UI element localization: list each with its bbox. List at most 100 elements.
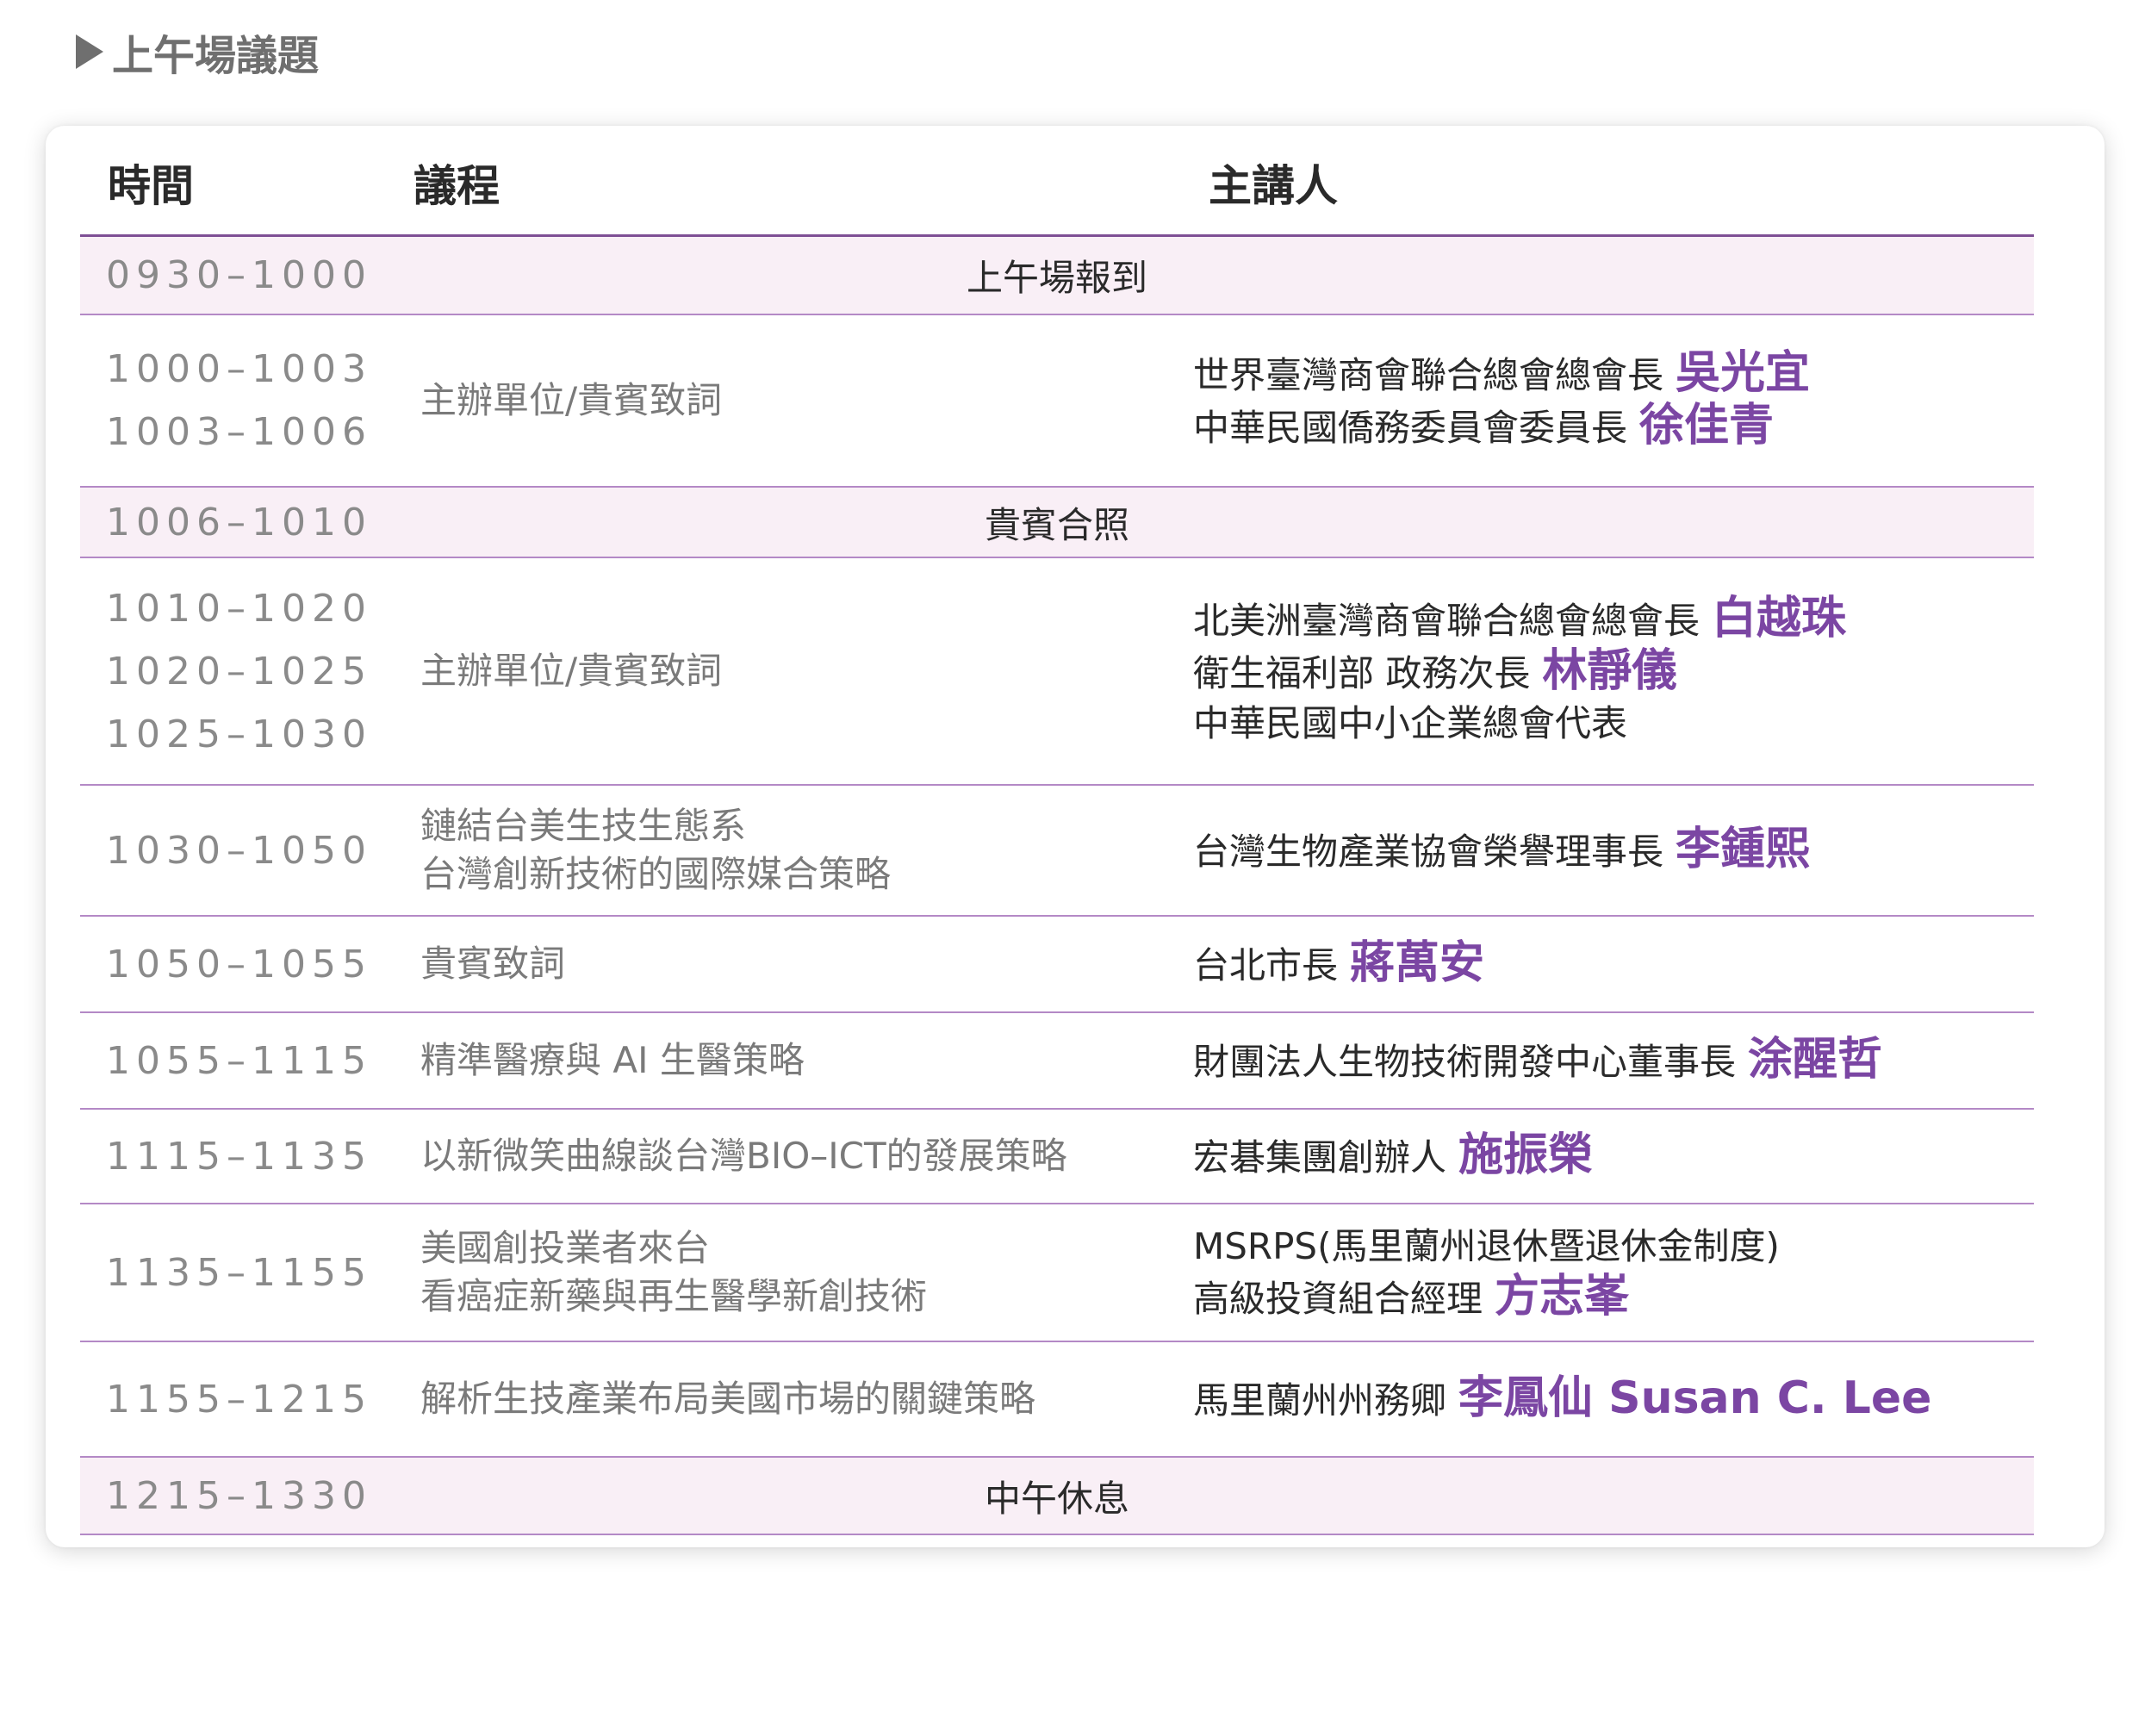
speaker-line: 衛生福利部 政務次長 林靜儀 [1193,646,1846,699]
speaker-title: 宏碁集團創辦人 [1193,1136,1447,1179]
header-speaker: 主講人 [1209,161,1338,211]
speaker-line: MSRPS(馬里蘭州退休暨退休金制度) [1193,1222,1780,1272]
table-row: 1006–1010 貴賓合照 [80,488,2034,558]
table-header: 時間 議程 主講人 [80,126,2034,237]
speaker-name: 李鍾熙 [1676,823,1811,875]
agenda-text: 主辦單位/貴賓致詞 [420,379,723,421]
speaker-name: 吳光宜 [1676,347,1811,399]
time-cell: 1055–1115 [106,1013,372,1108]
agenda-cell: 以新微笑曲線談台灣BIO–ICT的發展策略 [420,1110,1067,1203]
speaker-title: 台灣生物產業協會榮譽理事長 [1193,830,1664,873]
speaker-title: 高級投資組合經理 [1193,1277,1483,1320]
time-cell: 1000–1003 1003–1006 [106,315,372,486]
time-value: 1155–1215 [106,1377,372,1422]
speaker-title: 台北市長 [1193,943,1339,986]
agenda-text: 以新微笑曲線談台灣BIO–ICT的發展策略 [420,1135,1067,1177]
speaker-name: 施振榮 [1458,1129,1594,1181]
speaker-line: 宏碁集團創辦人 施振榮 [1193,1130,1593,1183]
speaker-cell: 宏碁集團創辦人 施振榮 [1193,1110,1593,1203]
speaker-cell: MSRPS(馬里蘭州退休暨退休金制度) 高級投資組合經理 方志峯 [1193,1204,1780,1341]
section-title: 上午場議題 [76,22,319,81]
time-cell: 1050–1055 [106,917,372,1011]
speaker-cell: 台灣生物產業協會榮譽理事長 李鍾熙 [1193,786,1810,915]
play-triangle-icon [76,34,103,69]
table-row: 1055–1115 精準醫療與 AI 生醫策略 財團法人生物技術開發中心董事長 涂醒哲 [80,1013,2034,1110]
time-cell: 1135–1155 [106,1204,372,1341]
speaker-title: 中華民國中小企業總會代表 [1193,702,1628,744]
agenda-text: 美國創投業者來台 [420,1227,711,1269]
agenda-text: 貴賓致詞 [420,943,566,985]
agenda-text: 台灣創新技術的國際媒合策略 [420,853,892,895]
agenda-text: 精準醫療與 AI 生醫策略 [420,1039,805,1081]
agenda-cell: 美國創投業者來台看癌症新藥與再生醫學新創技術 [420,1204,927,1341]
speaker-cell: 世界臺灣商會聯合總會總會長 吳光宜 中華民國僑務委員會委員長 徐佳青 [1193,315,1810,486]
speaker-line: 北美洲臺灣商會聯合總會總會長 白越珠 [1193,594,1846,646]
speaker-line: 財團法人生物技術開發中心董事長 涂醒哲 [1193,1035,1882,1087]
speaker-name: 徐佳青 [1639,400,1775,451]
agenda-cell: 精準醫療與 AI 生醫策略 [420,1013,805,1108]
speaker-line: 台灣生物產業協會榮譽理事長 李鍾熙 [1193,824,1810,877]
time-cell: 1010–1020 1020–1025 1025–1030 [106,558,372,784]
agenda-cell: 主辦單位/貴賓致詞 [420,558,722,784]
agenda-cell: 主辦單位/貴賓致詞 [420,315,722,486]
speaker-name: 李鳳仙 Susan C. Lee [1458,1372,1932,1424]
table-row: 0930–1000 上午場報到 [80,237,2034,315]
agenda-text: 看癌症新藥與再生醫學新創技術 [420,1275,928,1317]
agenda-cell: 解析生技產業布局美國市場的關鍵策略 [420,1342,1035,1456]
speaker-line: 台北市長 蔣萬安 [1193,938,1484,991]
table-row: 1000–1003 1003–1006 主辦單位/貴賓致詞 世界臺灣商會聯合總會總會長… [80,315,2034,488]
agenda-text: 主辦單位/貴賓致詞 [420,650,723,692]
speaker-cell: 財團法人生物技術開發中心董事長 涂醒哲 [1193,1013,1882,1108]
time-value: 1020–1025 [106,649,372,694]
speaker-title: 衛生福利部 政務次長 [1193,652,1531,694]
table-row: 1215–1330 中午休息 [80,1458,2034,1535]
speaker-line: 世界臺灣商會聯合總會總會長 吳光宜 [1193,348,1810,401]
table-row: 1010–1020 1020–1025 1025–1030 主辦單位/貴賓致詞 北美洲臺… [80,558,2034,786]
speaker-cell: 北美洲臺灣商會聯合總會總會長 白越珠 衛生福利部 政務次長 林靜儀 中華民國中小企業總會… [1193,558,1846,784]
speaker-name: 林靜儀 [1542,645,1677,697]
time-cell: 1115–1135 [106,1110,372,1203]
time-value: 1115–1135 [106,1134,372,1179]
speaker-title: 財團法人生物技術開發中心董事長 [1193,1040,1737,1083]
time-value: 1010–1020 [106,586,372,631]
speaker-title: 世界臺灣商會聯合總會總會長 [1193,354,1664,396]
row-label: 上午場報到 [966,257,1147,299]
table-row: 1115–1135 以新微笑曲線談台灣BIO–ICT的發展策略 宏碁集團創辦人 施振榮 [80,1110,2034,1204]
header-time: 時間 [108,161,194,211]
speaker-cell: 台北市長 蔣萬安 [1193,917,1484,1011]
table-row: 1030–1050 鏈結台美生技生態系台灣創新技術的國際媒合策略 台灣生物產業協會榮… [80,786,2034,917]
speaker-name: 白越珠 [1712,593,1847,644]
time-value: 1030–1050 [106,828,372,873]
time-cell: 1155–1215 [106,1342,372,1456]
row-label: 貴賓合照 [984,503,1129,546]
speaker-title: MSRPS(馬里蘭州退休暨退休金制度) [1193,1224,1780,1267]
row-label: 中午休息 [984,1477,1129,1520]
agenda-table: 時間 議程 主講人 0930–1000 上午場報到 1000–1003 1003–10… [80,126,2034,1535]
table-row: 1050–1055 貴賓致詞 台北市長 蔣萬安 [80,917,2034,1013]
speaker-cell: 馬里蘭州州務卿 李鳳仙 Susan C. Lee [1193,1342,1931,1456]
speaker-title: 北美洲臺灣商會聯合總會總會長 [1193,600,1700,642]
time-value: 1050–1055 [106,942,372,986]
speaker-name: 蔣萬安 [1350,936,1485,989]
agenda-cell: 貴賓致詞 [420,917,565,1011]
table-row: 1135–1155 美國創投業者來台看癌症新藥與再生醫學新創技術 MSRPS(馬里蘭… [80,1204,2034,1342]
speaker-line: 中華民國中小企業總會代表 [1193,699,1846,749]
time-value: 1135–1155 [106,1250,372,1295]
section-title-text: 上午場議題 [112,32,320,80]
table-row: 1155–1215 解析生技產業布局美國市場的關鍵策略 馬里蘭州州務卿 李鳳仙 Sus… [80,1342,2034,1458]
agenda-text: 鏈結台美生技生態系 [420,805,747,847]
speaker-title: 中華民國僑務委員會委員長 [1193,407,1628,449]
speaker-line: 中華民國僑務委員會委員長 徐佳青 [1193,401,1810,453]
time-value: 1003–1006 [106,410,372,454]
time-cell: 1030–1050 [106,786,372,915]
time-value: 1025–1030 [106,712,372,756]
time-value: 1000–1003 [106,347,372,391]
speaker-name: 方志峯 [1495,1270,1630,1322]
speaker-name: 涂醒哲 [1748,1033,1883,1086]
speaker-line: 高級投資組合經理 方志峯 [1193,1272,1780,1324]
speaker-title: 馬里蘭州州務卿 [1193,1378,1447,1422]
agenda-card: 時間 議程 主講人 0930–1000 上午場報到 1000–1003 1003–10… [46,126,2105,1547]
speaker-line: 馬里蘭州州務卿 李鳳仙 Susan C. Lee [1193,1373,1931,1426]
agenda-text: 解析生技產業布局美國市場的關鍵策略 [420,1378,1036,1420]
agenda-cell: 鏈結台美生技生態系台灣創新技術的國際媒合策略 [420,786,891,915]
